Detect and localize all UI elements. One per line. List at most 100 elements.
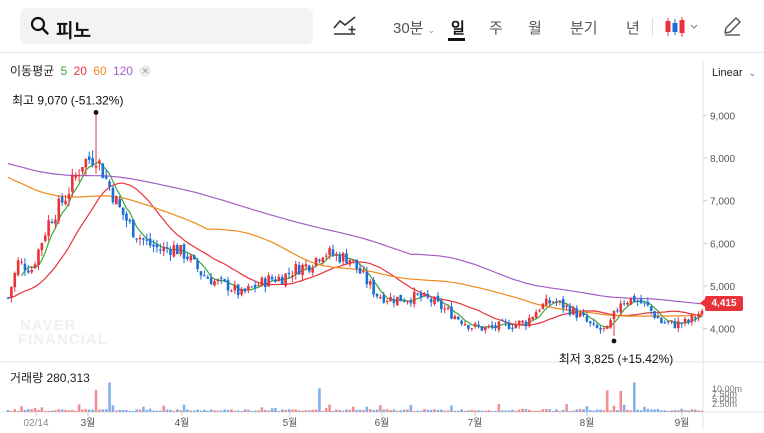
candle-body bbox=[409, 300, 413, 304]
volume-bar bbox=[440, 409, 443, 412]
candle-body bbox=[155, 244, 159, 248]
candle-body bbox=[629, 297, 633, 305]
volume-bar bbox=[683, 409, 687, 412]
x-tick-label: 8월 bbox=[580, 417, 595, 429]
axes: 9,0008,0007,0006,0005,0004,00010.00m7.50… bbox=[23, 111, 742, 429]
candle-body bbox=[534, 312, 538, 318]
volume-bar bbox=[568, 410, 572, 412]
volume-bar bbox=[450, 405, 453, 412]
volume-bar bbox=[345, 409, 348, 412]
volume-bar bbox=[453, 410, 457, 412]
candle-body bbox=[20, 261, 23, 263]
candle-body bbox=[632, 295, 636, 302]
candle-body bbox=[402, 300, 406, 303]
volume-bar bbox=[680, 408, 683, 412]
candle-body bbox=[64, 200, 67, 205]
volume-bar bbox=[247, 409, 250, 412]
candle-body bbox=[582, 312, 585, 316]
volume-bar bbox=[138, 409, 142, 412]
volume-bar bbox=[416, 410, 419, 412]
candle-body bbox=[37, 249, 40, 266]
candle-body bbox=[274, 279, 277, 282]
candle-body bbox=[572, 307, 575, 315]
volume-bar bbox=[203, 409, 206, 412]
volume-bar bbox=[125, 410, 128, 412]
candle-body bbox=[507, 323, 511, 330]
candle-body bbox=[504, 321, 507, 323]
candle-body bbox=[71, 174, 74, 192]
ma-20-line bbox=[7, 182, 703, 326]
candle-body bbox=[297, 264, 301, 275]
candle-body bbox=[142, 238, 145, 240]
volume-bar bbox=[277, 410, 281, 412]
candle-body bbox=[240, 288, 243, 295]
x-tick-label: 9월 bbox=[675, 417, 690, 429]
candle-body bbox=[700, 310, 704, 315]
candle-body bbox=[541, 303, 545, 309]
volume-bar bbox=[585, 406, 589, 412]
volume-bar bbox=[538, 410, 541, 412]
volume-bar bbox=[314, 409, 318, 412]
candle-body bbox=[636, 300, 639, 302]
volume-bar bbox=[186, 409, 189, 412]
high-marker bbox=[93, 110, 99, 115]
candle-body bbox=[280, 276, 284, 285]
volume-bar bbox=[426, 409, 430, 412]
volume-bar bbox=[233, 410, 237, 412]
volume-bar bbox=[47, 410, 50, 412]
candle-body bbox=[399, 294, 403, 302]
candle-body bbox=[680, 322, 683, 324]
volume-bar bbox=[216, 410, 220, 412]
candle-body bbox=[128, 219, 132, 222]
volume-bar bbox=[677, 410, 680, 412]
candle-body bbox=[43, 235, 47, 241]
volume-bar bbox=[467, 410, 470, 412]
volume-bar bbox=[148, 408, 152, 412]
volume-bar bbox=[558, 410, 562, 412]
candle-body bbox=[355, 259, 358, 269]
candle-body bbox=[33, 264, 37, 268]
volume-bar bbox=[331, 410, 335, 412]
high-annotation: 최고 9,070 (-51.32%) bbox=[12, 93, 123, 107]
volume-bar bbox=[263, 409, 267, 412]
candle-body bbox=[649, 306, 653, 311]
volume-bar bbox=[379, 405, 382, 412]
candle-body bbox=[592, 323, 595, 325]
candle-body bbox=[162, 246, 166, 252]
candle-body bbox=[490, 324, 494, 327]
volume-bar bbox=[443, 410, 447, 412]
candle-body bbox=[145, 239, 149, 241]
candle-body bbox=[186, 256, 189, 259]
volume-bar bbox=[13, 409, 17, 412]
candle-body bbox=[87, 156, 91, 161]
volume-bar bbox=[270, 408, 274, 412]
volume-bar bbox=[382, 409, 386, 412]
volume-bar bbox=[612, 405, 616, 412]
candle-body bbox=[104, 175, 108, 179]
candle-body bbox=[487, 325, 491, 327]
price-chart[interactable]: NAVER FINANCIAL 9,000 8,000 7,000 6,000 5,00… bbox=[0, 0, 764, 433]
volume-bar bbox=[257, 410, 260, 412]
candle-body bbox=[500, 319, 504, 321]
candle-body bbox=[121, 207, 125, 215]
volume-bar bbox=[544, 409, 548, 412]
volume-bar bbox=[111, 405, 115, 412]
volume-bar bbox=[6, 409, 10, 412]
y-tick-label: 5,000 bbox=[710, 282, 735, 293]
volume-bar bbox=[115, 410, 118, 412]
volume-bar bbox=[213, 410, 216, 412]
candle-body bbox=[30, 270, 33, 273]
volume-bar bbox=[324, 408, 328, 412]
volume-bar bbox=[605, 390, 609, 412]
volume-bar bbox=[511, 409, 514, 412]
volume-bar bbox=[368, 409, 372, 412]
y-tick-label: 7,000 bbox=[710, 197, 735, 208]
volume-bar bbox=[152, 410, 155, 412]
candle-body bbox=[660, 318, 663, 324]
candle-body bbox=[396, 296, 399, 306]
candle-body bbox=[165, 247, 169, 249]
volume-bar bbox=[165, 409, 169, 412]
candle-body bbox=[616, 310, 619, 312]
volume-bar bbox=[629, 410, 633, 412]
candle-body bbox=[47, 220, 50, 237]
